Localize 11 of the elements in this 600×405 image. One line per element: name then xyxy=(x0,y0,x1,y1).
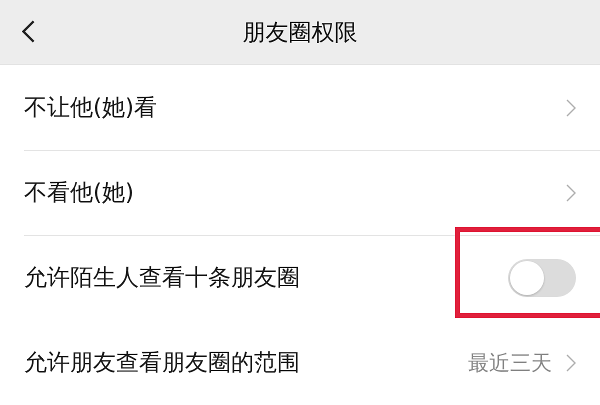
chevron-icon xyxy=(566,98,576,116)
toggle-switch[interactable] xyxy=(508,258,576,296)
back-icon[interactable] xyxy=(22,20,35,43)
row-label: 不看他(她) xyxy=(24,179,134,208)
row-label: 允许朋友查看朋友圈的范围 xyxy=(24,349,300,378)
chevron-icon xyxy=(566,184,576,202)
row-label: 允许陌生人查看十条朋友圈 xyxy=(24,264,300,293)
row-label: 不让他(她)看 xyxy=(24,94,157,123)
chevron-icon xyxy=(566,354,576,372)
row-value: 最近三天 xyxy=(468,350,552,376)
page-title: 朋友圈权限 xyxy=(242,18,358,48)
